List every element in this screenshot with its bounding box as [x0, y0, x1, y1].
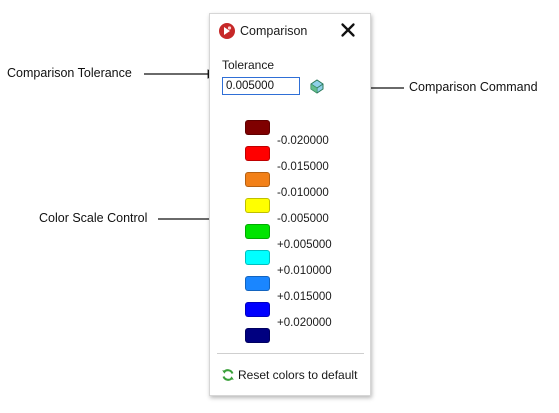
color-swatch-6[interactable]: [245, 250, 270, 265]
callout-comparison-tolerance: Comparison Tolerance: [7, 66, 132, 80]
scale-value: -0.010000: [277, 187, 329, 199]
color-swatch-2[interactable]: [245, 146, 270, 161]
callout-comparison-command: Comparison Command: [409, 80, 538, 94]
divider: [217, 353, 364, 354]
color-swatch-7[interactable]: [245, 276, 270, 291]
comparison-panel: Comparison Tolerance -0.020000 -0.015000: [209, 13, 371, 396]
tolerance-input[interactable]: [222, 77, 300, 95]
tolerance-label: Tolerance: [222, 58, 275, 72]
reset-colors-label: Reset colors to default: [238, 368, 358, 382]
scale-value: +0.010000: [277, 265, 332, 277]
scale-value: -0.020000: [277, 135, 329, 147]
color-swatch-3[interactable]: [245, 172, 270, 187]
stage: Comparison Tolerance Comparison Command …: [0, 0, 559, 413]
compare-command-button[interactable]: [309, 78, 325, 94]
scale-value: -0.005000: [277, 213, 329, 225]
scale-value: +0.005000: [277, 239, 332, 251]
refresh-icon: [222, 369, 234, 381]
close-icon: [341, 23, 355, 37]
scale-value: +0.020000: [277, 317, 332, 329]
color-swatch-8[interactable]: [245, 302, 270, 317]
callout-color-scale-control: Color Scale Control: [39, 211, 148, 225]
close-button[interactable]: [339, 21, 357, 39]
color-swatch-4[interactable]: [245, 198, 270, 213]
comparison-app-icon: [219, 23, 235, 39]
reset-colors-button[interactable]: Reset colors to default: [221, 367, 357, 383]
compare-command-icon: [310, 79, 324, 94]
color-swatch-1[interactable]: [245, 120, 270, 135]
scale-value: -0.015000: [277, 161, 329, 173]
panel-title: Comparison: [240, 24, 308, 38]
color-swatch-5[interactable]: [245, 224, 270, 239]
scale-value: +0.015000: [277, 291, 332, 303]
color-swatch-9[interactable]: [245, 328, 270, 343]
